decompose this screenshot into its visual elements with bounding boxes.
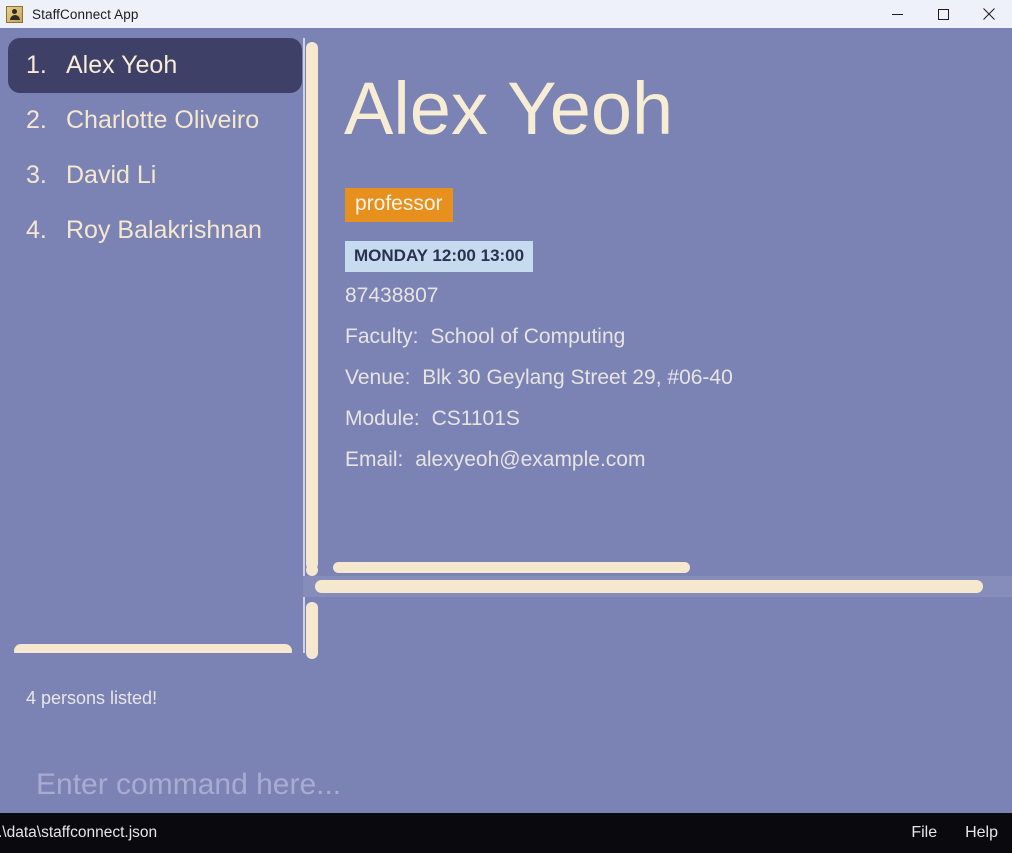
title-bar: StaffConnect App (0, 0, 1012, 28)
window-controls (874, 0, 1012, 28)
detail-person-name: Alex Yeoh (344, 67, 674, 150)
detail-inner-horizontal-scrollbar[interactable] (333, 562, 690, 573)
list-item-index: 1. (26, 51, 47, 79)
list-item-index: 3. (26, 161, 47, 189)
list-item-index: 2. (26, 106, 47, 134)
detail-vertical-scrollbar-thumb[interactable] (306, 602, 318, 659)
detail-module-label: Module: (345, 407, 420, 430)
list-item-name: Alex Yeoh (66, 51, 178, 79)
detail-venue-value: Blk 30 Geylang Street 29, #06-40 (422, 366, 733, 389)
list-item-name: Charlotte Oliveiro (66, 106, 260, 134)
window-title: StaffConnect App (32, 6, 139, 22)
role-tag: professor (345, 188, 453, 222)
list-item[interactable]: 4. Roy Balakrishnan (0, 203, 302, 258)
person-app-icon (6, 5, 23, 23)
staffconnect-window: StaffConnect App 1. Alex Yeoh 2. Charlot… (0, 0, 1012, 853)
detail-faculty-label: Faculty: (345, 325, 419, 348)
list-item-index: 4. (26, 216, 47, 244)
detail-faculty-value: School of Computing (430, 325, 626, 348)
list-item[interactable]: 1. Alex Yeoh (8, 38, 302, 93)
scrollbar-thumb[interactable] (306, 42, 318, 570)
detail-email-value: alexyeoh@example.com (415, 448, 646, 471)
status-bar: .\data\staffconnect.json File Help (0, 813, 1012, 853)
detail-phone-value: 87438807 (345, 284, 439, 307)
detail-vertical-scrollbar-thumb[interactable] (306, 564, 318, 576)
menu-item-help[interactable]: Help (951, 818, 1012, 848)
menu-item-file[interactable]: File (897, 818, 951, 848)
result-display: 4 persons listed! (26, 688, 158, 708)
list-item-name: David Li (66, 161, 157, 189)
detail-venue: Venue: Blk 30 Geylang Street 29, #06-40 (345, 366, 733, 390)
detail-faculty: Faculty: School of Computing (345, 325, 625, 349)
detail-module-value: CS1101S (431, 407, 520, 430)
schedule-badge: MONDAY 12:00 13:00 (345, 241, 534, 272)
detail-horizontal-scrollbar-track[interactable] (303, 576, 1012, 597)
person-list-panel[interactable]: 1. Alex Yeoh 2. Charlotte Oliveiro 3. Da… (0, 38, 302, 653)
command-input-placeholder[interactable]: Enter command here... (36, 768, 341, 802)
maximize-icon[interactable] (920, 0, 966, 28)
list-item-name: Roy Balakrishnan (66, 216, 262, 244)
menu-bar: File Help (897, 818, 1012, 848)
detail-venue-label: Venue: (345, 366, 411, 389)
person-detail-panel: Alex Yeoh professor MONDAY 12:00 13:00 8… (318, 38, 1012, 653)
minimize-icon[interactable] (874, 0, 920, 28)
detail-horizontal-scrollbar-thumb[interactable] (315, 580, 983, 593)
save-location-path: .\data\staffconnect.json (0, 824, 158, 841)
detail-phone: 87438807 (345, 284, 438, 308)
person-list-vertical-scrollbar[interactable] (306, 38, 318, 656)
detail-module: Module: CS1101S (345, 407, 520, 431)
detail-email: Email: alexyeoh@example.com (345, 448, 645, 472)
person-list-horizontal-scrollbar[interactable] (14, 644, 292, 653)
main-content: 1. Alex Yeoh 2. Charlotte Oliveiro 3. Da… (0, 28, 1012, 822)
detail-email-label: Email: (345, 448, 404, 471)
close-icon[interactable] (966, 0, 1012, 28)
panel-divider (303, 38, 305, 653)
list-item[interactable]: 2. Charlotte Oliveiro (0, 93, 302, 148)
list-item[interactable]: 3. David Li (0, 148, 302, 203)
